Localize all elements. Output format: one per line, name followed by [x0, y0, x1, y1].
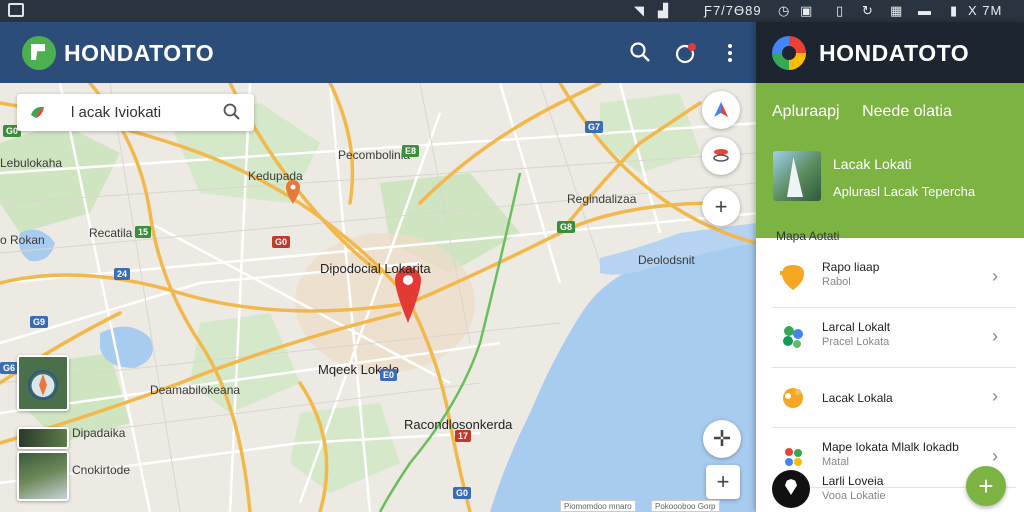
search-input[interactable]: l acak Iviokati [17, 94, 254, 131]
navigation-icon [714, 102, 728, 117]
status-right: X 7M [968, 3, 1003, 18]
side-panel: HONDATOTO Apluraapj Neede olatia Lacak L… [756, 22, 1024, 512]
map-label: Deamabilokeana [150, 383, 241, 397]
image-icon: ▣ [800, 3, 814, 18]
road-shield: G0 [453, 487, 472, 499]
location-icon [772, 470, 810, 508]
map-label: Pecombolinia [338, 148, 411, 162]
road-shield: E0 [380, 369, 398, 381]
featured-card[interactable]: Apluraapj Neede olatia Lacak Lokati Aplu… [756, 83, 1024, 238]
zoom-in-button[interactable]: + [702, 188, 740, 226]
map-label: Deolodsnit [638, 253, 695, 267]
sync-icon: ↻ [862, 3, 874, 18]
road-shield: G0 [272, 236, 291, 248]
chevron-right-icon: › [992, 326, 998, 346]
list-item-title: Mape Iokata Mlalk Iokadb [822, 440, 959, 454]
more-menu-icon[interactable] [718, 41, 742, 65]
section-title: Mapa Aotati [776, 229, 840, 243]
notification-icon[interactable] [674, 41, 698, 65]
tab-apluraapj[interactable]: Apluraapj [772, 103, 840, 120]
signal-icon: ▟ [658, 3, 669, 18]
featured-title: Lacak Lokati [833, 156, 912, 172]
battery-icon: ▯ [836, 3, 845, 18]
chevron-right-icon: › [992, 446, 998, 466]
list-item-title: Rapo liaap [822, 260, 880, 274]
app-mark-icon [31, 106, 44, 118]
featured-thumbnail [773, 151, 821, 201]
panel-header: HONDATOTO [756, 22, 1024, 83]
road-shield: G6 [0, 362, 19, 374]
wifi-icon: ◥ [634, 3, 645, 18]
list-item-title: Lacak Lokala [822, 391, 893, 405]
map-label: Dipodocial Lokarita [320, 261, 431, 276]
road-shield: 15 [135, 226, 152, 238]
search-text: l acak Iviokati [71, 104, 162, 121]
plus-icon: + [714, 194, 728, 219]
list-item[interactable]: Lacak Lokala › [772, 368, 1016, 428]
app-bar: HONDATOTO [0, 22, 756, 83]
map-label: Kedupada [248, 169, 303, 183]
map-view[interactable]: Pecombolinia Lebulokaha Kedupada Reginda… [0, 83, 756, 512]
thumbnail-road[interactable] [17, 451, 69, 501]
gallery-icon: ▦ [890, 3, 904, 18]
search-icon[interactable] [628, 41, 652, 65]
status-bar: ◥ ▟ Ƒ7/7Ɵ89 ◷ ▣ ▯ ↻ ▦ ▬ ▮ X 7M [0, 0, 1024, 22]
panel-title: HONDATOTO [819, 40, 970, 66]
zoom-in-square-button[interactable]: + [706, 465, 740, 499]
bottom-item-title: Larli Loveia [822, 474, 884, 488]
status-time: Ƒ7/7Ɵ89 [704, 3, 762, 18]
chevron-right-icon: › [992, 386, 998, 406]
map-label: Recatila [89, 226, 133, 240]
bar-icon: ▬ [918, 3, 932, 18]
bottom-item-subtitle: Vooa Lokatie [822, 490, 886, 502]
layers-button[interactable] [702, 137, 740, 175]
alarm-icon: ◷ [778, 3, 791, 18]
thumbnail-compass[interactable] [17, 355, 69, 411]
road-shield: 24 [114, 268, 131, 280]
list-item-subtitle: Rabol [822, 276, 851, 288]
leaf-cluster-icon [783, 326, 803, 348]
road-shield: G8 [557, 221, 576, 233]
road-shield: G7 [585, 121, 604, 133]
list-item-subtitle: Pracel Lokata [822, 336, 890, 348]
search-icon[interactable] [222, 102, 242, 122]
pin-icon [780, 265, 804, 290]
tab-neede-olatia[interactable]: Neede olatia [862, 103, 952, 120]
map-label: Regindalizaa [567, 192, 637, 206]
map-label: Dipadaika [72, 426, 126, 440]
mute-icon: ▮ [950, 3, 959, 18]
map-label: Lebulokaha [0, 156, 63, 170]
map-attribution: Pokoooboo Gorp [651, 500, 720, 512]
thumbnail-forest[interactable] [17, 427, 69, 449]
list-item-title: Larcal Lokalt [822, 320, 891, 334]
app-logo-icon [22, 36, 56, 70]
road-shield: G9 [30, 316, 49, 328]
plus-icon: + [978, 471, 994, 501]
panel-logo-icon [772, 36, 806, 70]
road-shield: E8 [402, 145, 420, 157]
puzzle-icon [783, 388, 803, 408]
plus-icon: + [716, 469, 730, 494]
map-label: Cnokirtode [72, 463, 131, 477]
app-title: HONDATOTO [64, 40, 215, 66]
road-shield: 17 [455, 430, 472, 442]
panel-tabs: Apluraapj Neede olatia [772, 103, 970, 121]
screenshot-icon [8, 3, 24, 17]
featured-subtitle: Aplurasl Lacak Tepercha [833, 184, 976, 199]
list-item[interactable]: Larcal Lokalt Pracel Lokata › [772, 308, 1016, 368]
list-item-subtitle: Matal [822, 456, 849, 468]
chevron-right-icon: › [992, 266, 998, 286]
layers-icon [713, 149, 729, 162]
compass-button[interactable] [702, 91, 740, 129]
list-item[interactable]: Rapo liaap Rabol › [772, 248, 1016, 308]
add-button[interactable]: + [966, 466, 1006, 506]
move-button[interactable]: ✛ [703, 420, 741, 458]
map-label: o Rokan [0, 233, 45, 247]
map-list: Rapo liaap Rabol › Larcal Lokalt Pracel … [772, 248, 1016, 488]
move-icon: ✛ [712, 426, 732, 451]
map-attribution: Piomomdoo mnaro [560, 500, 636, 512]
